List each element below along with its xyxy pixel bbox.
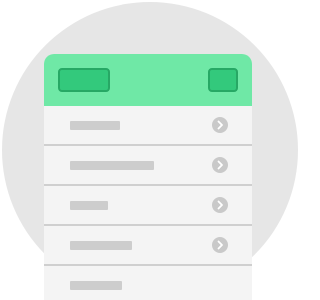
list-item-text-placeholder	[70, 121, 120, 130]
list-item[interactable]	[44, 186, 252, 226]
list-item[interactable]	[44, 226, 252, 266]
chevron-right-icon[interactable]	[212, 237, 228, 253]
list-item[interactable]	[44, 266, 252, 300]
list-item-text-placeholder	[70, 201, 108, 210]
header-right-button[interactable]	[208, 68, 238, 92]
chevron-right-icon[interactable]	[212, 117, 228, 133]
item-list	[44, 106, 252, 300]
list-item-text-placeholder	[70, 281, 122, 290]
chevron-right-icon[interactable]	[212, 157, 228, 173]
list-item[interactable]	[44, 106, 252, 146]
mobile-list-screen	[44, 54, 252, 300]
header-left-button[interactable]	[58, 68, 110, 92]
list-item-text-placeholder	[70, 161, 154, 170]
list-item[interactable]	[44, 146, 252, 186]
chevron-right-icon[interactable]	[212, 197, 228, 213]
illustration	[0, 0, 300, 300]
list-item-text-placeholder	[70, 241, 132, 250]
app-header	[44, 54, 252, 106]
